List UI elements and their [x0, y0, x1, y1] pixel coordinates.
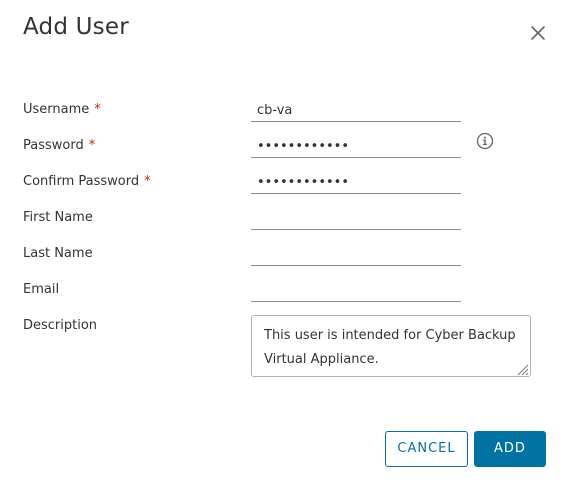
info-circle-icon[interactable] — [476, 132, 494, 150]
confirm-password-label-text: Confirm Password — [23, 174, 140, 189]
confirm-password-field[interactable] — [251, 172, 461, 194]
add-button[interactable]: ADD — [474, 431, 546, 467]
close-icon[interactable] — [526, 21, 550, 45]
password-field[interactable] — [251, 136, 461, 158]
password-label-text: Password — [23, 138, 84, 153]
email-label: Email — [23, 282, 60, 297]
password-label: Password * — [23, 138, 95, 153]
username-label-text: Username — [23, 102, 90, 117]
description-label: Description — [23, 318, 98, 333]
cancel-button[interactable]: CANCEL — [385, 431, 468, 467]
dialog-title: Add User — [23, 14, 129, 40]
required-marker: * — [88, 138, 96, 153]
username-field[interactable] — [251, 100, 461, 122]
email-field[interactable] — [251, 280, 461, 302]
first-name-field[interactable] — [251, 208, 461, 230]
required-marker: * — [144, 174, 151, 189]
last-name-label: Last Name — [23, 246, 93, 261]
confirm-password-label: Confirm Password * — [23, 174, 151, 189]
first-name-label: First Name — [23, 210, 93, 225]
add-user-dialog: Add User Username * Password * Confirm Pas… — [0, 0, 566, 482]
username-label: Username * — [23, 102, 101, 117]
description-textarea[interactable]: This user is intended for Cyber Backup V… — [251, 315, 531, 377]
last-name-field[interactable] — [251, 244, 461, 266]
required-marker: * — [94, 102, 101, 117]
